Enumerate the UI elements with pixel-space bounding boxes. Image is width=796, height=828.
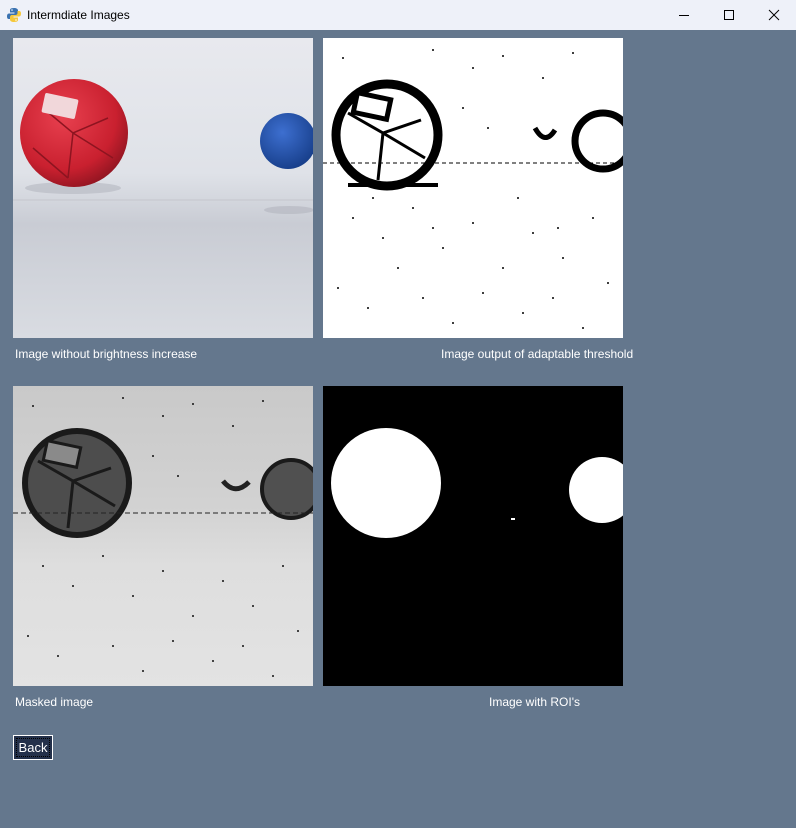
maximize-icon — [724, 10, 734, 20]
caption-masked-image: Masked image — [15, 695, 94, 709]
threshold-image — [323, 38, 623, 338]
minimize-icon — [679, 15, 689, 16]
close-button[interactable] — [751, 0, 796, 30]
masked-image — [13, 386, 313, 686]
close-icon — [768, 9, 780, 21]
title-bar: Intermdiate Images — [0, 0, 796, 30]
python-app-icon — [7, 8, 21, 22]
window-title: Intermdiate Images — [27, 8, 130, 22]
caption-original-image: Image without brightness increase — [15, 347, 198, 361]
original-image — [13, 38, 313, 338]
caption-roi-image: Image with ROI's — [489, 695, 580, 709]
caption-threshold-image: Image output of adaptable threshold — [441, 347, 634, 361]
back-button[interactable]: Back — [13, 735, 53, 760]
minimize-button[interactable] — [661, 0, 707, 30]
maximize-button[interactable] — [706, 0, 752, 30]
roi-image — [323, 386, 623, 686]
